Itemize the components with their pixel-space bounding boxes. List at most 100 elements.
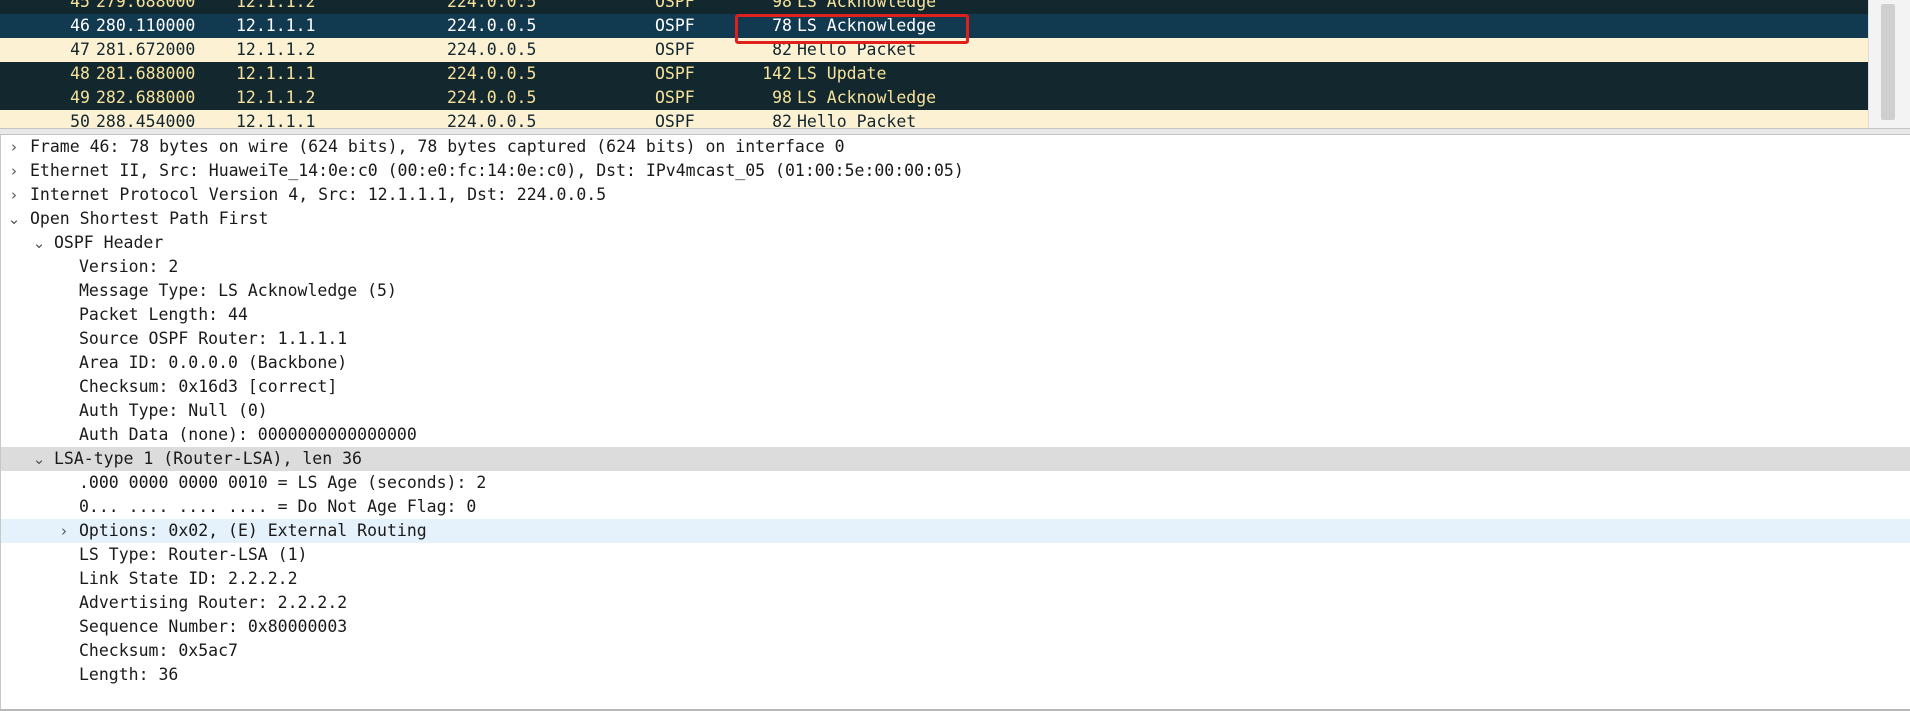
packet-info: Hello Packet xyxy=(797,112,917,128)
packet-list: 45 279.688000 12.1.1.2 224.0.0.5 OSPF 98… xyxy=(0,0,1868,128)
packet-protocol: OSPF xyxy=(655,0,695,11)
tree-item-label: LSA-type 1 (Router-LSA), len 36 xyxy=(54,449,362,468)
tree-item-sequence-number[interactable]: Sequence Number: 0x80000003 xyxy=(1,615,1910,639)
packet-row[interactable]: 45 279.688000 12.1.1.2 224.0.0.5 OSPF 98… xyxy=(0,0,1868,14)
scrollbar-thumb[interactable] xyxy=(1881,4,1895,120)
packet-protocol: OSPF xyxy=(655,112,695,128)
tree-item-label: Advertising Router: 2.2.2.2 xyxy=(79,593,348,612)
tree-item-label: Checksum: 0x16d3 [correct] xyxy=(79,377,338,396)
annotation-highlight-box xyxy=(735,14,969,44)
tree-item-label: Open Shortest Path First xyxy=(30,209,269,228)
packet-row[interactable]: 50 288.454000 12.1.1.1 224.0.0.5 OSPF 82… xyxy=(0,110,1868,128)
tree-item-lsa-selected[interactable]: ⌄ LSA-type 1 (Router-LSA), len 36 xyxy=(1,447,1910,471)
tree-item-label: Length: 36 xyxy=(79,665,179,684)
packet-time: 281.688000 xyxy=(96,64,196,83)
tree-item-frame[interactable]: › Frame 46: 78 bytes on wire (624 bits),… xyxy=(1,135,1910,159)
packet-source: 12.1.1.2 xyxy=(236,40,316,59)
packet-length: 98 xyxy=(772,0,792,11)
tree-item-label: Version: 2 xyxy=(79,257,179,276)
tree-item-label: LS Type: Router-LSA (1) xyxy=(79,545,308,564)
packet-protocol: OSPF xyxy=(655,16,695,35)
packet-protocol: OSPF xyxy=(655,88,695,107)
tree-item-label: Source OSPF Router: 1.1.1.1 xyxy=(79,329,348,348)
tree-item-label: Area ID: 0.0.0.0 (Backbone) xyxy=(79,353,348,372)
tree-item-label: Ethernet II, Src: HuaweiTe_14:0e:c0 (00:… xyxy=(30,161,964,180)
packet-time: 282.688000 xyxy=(96,88,196,107)
tree-item-dna-flag[interactable]: 0... .... .... .... = Do Not Age Flag: 0 xyxy=(1,495,1910,519)
tree-item-ip[interactable]: › Internet Protocol Version 4, Src: 12.1… xyxy=(1,183,1910,207)
tree-item-label: .000 0000 0000 0010 = LS Age (seconds): … xyxy=(79,473,487,492)
packet-destination: 224.0.0.5 xyxy=(447,0,537,11)
packet-number: 45 xyxy=(70,0,90,11)
tree-item-advertising-router[interactable]: Advertising Router: 2.2.2.2 xyxy=(1,591,1910,615)
packet-number: 48 xyxy=(70,64,90,83)
packet-time: 279.688000 xyxy=(96,0,196,11)
packet-protocol: OSPF xyxy=(655,64,695,83)
tree-item-ls-type[interactable]: LS Type: Router-LSA (1) xyxy=(1,543,1910,567)
tree-item-label: Checksum: 0x5ac7 xyxy=(79,641,238,660)
packet-protocol: OSPF xyxy=(655,40,695,59)
tree-item-ethernet[interactable]: › Ethernet II, Src: HuaweiTe_14:0e:c0 (0… xyxy=(1,159,1910,183)
packet-time: 280.110000 xyxy=(96,16,196,35)
chevron-right-icon[interactable]: › xyxy=(7,135,21,159)
tree-item-lsa-length[interactable]: Length: 36 xyxy=(1,663,1910,687)
packet-number: 46 xyxy=(70,16,90,35)
packet-source: 12.1.1.2 xyxy=(236,0,316,11)
tree-item-label: Link State ID: 2.2.2.2 xyxy=(79,569,298,588)
packet-number: 50 xyxy=(70,112,90,128)
pane-splitter[interactable] xyxy=(0,128,1910,135)
packet-time: 281.672000 xyxy=(96,40,196,59)
tree-item-ospf-header[interactable]: ⌄ OSPF Header xyxy=(1,231,1910,255)
tree-item-packet-length[interactable]: Packet Length: 44 xyxy=(1,303,1910,327)
packet-destination: 224.0.0.5 xyxy=(447,112,537,128)
packet-source: 12.1.1.1 xyxy=(236,112,316,128)
tree-item-ospf[interactable]: ⌄ Open Shortest Path First xyxy=(1,207,1910,231)
packet-destination: 224.0.0.5 xyxy=(447,16,537,35)
tree-item-label: Packet Length: 44 xyxy=(79,305,248,324)
packet-info: LS Update xyxy=(797,64,887,83)
tree-item-label: Auth Data (none): 0000000000000000 xyxy=(79,425,417,444)
packet-length: 98 xyxy=(772,88,792,107)
packet-destination: 224.0.0.5 xyxy=(447,40,537,59)
chevron-right-icon[interactable]: › xyxy=(7,183,21,207)
tree-item-version[interactable]: Version: 2 xyxy=(1,255,1910,279)
packet-number: 49 xyxy=(70,88,90,107)
tree-item-label: Frame 46: 78 bytes on wire (624 bits), 7… xyxy=(30,137,845,156)
tree-item-message-type[interactable]: Message Type: LS Acknowledge (5) xyxy=(1,279,1910,303)
tree-item-source-router[interactable]: Source OSPF Router: 1.1.1.1 xyxy=(1,327,1910,351)
tree-item-link-state-id[interactable]: Link State ID: 2.2.2.2 xyxy=(1,567,1910,591)
tree-item-ls-age[interactable]: .000 0000 0000 0010 = LS Age (seconds): … xyxy=(1,471,1910,495)
chevron-down-icon[interactable]: ⌄ xyxy=(32,231,46,255)
tree-item-options[interactable]: › Options: 0x02, (E) External Routing xyxy=(1,519,1910,543)
tree-item-label: Internet Protocol Version 4, Src: 12.1.1… xyxy=(30,185,607,204)
packet-info: LS Acknowledge xyxy=(797,88,937,107)
packet-length: 142 xyxy=(762,64,792,83)
chevron-right-icon[interactable]: › xyxy=(7,159,21,183)
tree-item-checksum[interactable]: Checksum: 0x16d3 [correct] xyxy=(1,375,1910,399)
tree-item-auth-data[interactable]: Auth Data (none): 0000000000000000 xyxy=(1,423,1910,447)
chevron-down-icon[interactable]: ⌄ xyxy=(32,447,46,471)
packet-length: 82 xyxy=(772,112,792,128)
packet-row[interactable]: 49 282.688000 12.1.1.2 224.0.0.5 OSPF 98… xyxy=(0,86,1868,110)
tree-item-label: OSPF Header xyxy=(54,233,164,252)
chevron-down-icon[interactable]: ⌄ xyxy=(7,207,21,231)
packet-source: 12.1.1.1 xyxy=(236,64,316,83)
packet-time: 288.454000 xyxy=(96,112,196,128)
packet-destination: 224.0.0.5 xyxy=(447,88,537,107)
packet-info: LS Acknowledge xyxy=(797,0,937,11)
packet-source: 12.1.1.1 xyxy=(236,16,316,35)
packet-row[interactable]: 48 281.688000 12.1.1.1 224.0.0.5 OSPF 14… xyxy=(0,62,1868,86)
tree-item-label: Sequence Number: 0x80000003 xyxy=(79,617,348,636)
packet-source: 12.1.1.2 xyxy=(236,88,316,107)
tree-item-area-id[interactable]: Area ID: 0.0.0.0 (Backbone) xyxy=(1,351,1910,375)
tree-item-label: Options: 0x02, (E) External Routing xyxy=(79,521,427,540)
packet-number: 47 xyxy=(70,40,90,59)
chevron-right-icon[interactable]: › xyxy=(57,519,71,543)
tree-item-auth-type[interactable]: Auth Type: Null (0) xyxy=(1,399,1910,423)
packet-list-scrollbar[interactable] xyxy=(1868,0,1910,128)
packet-destination: 224.0.0.5 xyxy=(447,64,537,83)
tree-item-label: Message Type: LS Acknowledge (5) xyxy=(79,281,397,300)
packet-details-tree: › Frame 46: 78 bytes on wire (624 bits),… xyxy=(0,135,1910,711)
tree-item-lsa-checksum[interactable]: Checksum: 0x5ac7 xyxy=(1,639,1910,663)
tree-item-label: Auth Type: Null (0) xyxy=(79,401,268,420)
